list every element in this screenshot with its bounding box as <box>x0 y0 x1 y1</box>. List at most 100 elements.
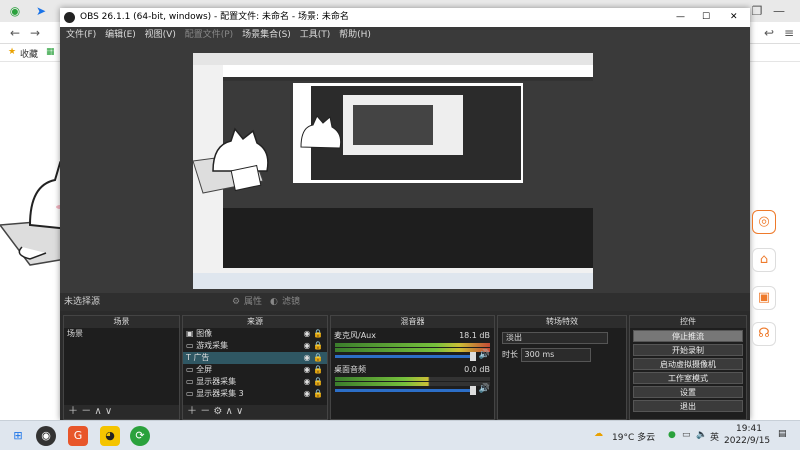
menu-profile[interactable]: 配置文件(P) <box>185 30 233 40</box>
eye-icon[interactable]: ◉ 🔒 <box>304 328 323 340</box>
scenes-footer: ＋ － ∧ ∨ <box>64 405 179 419</box>
source-item-selected[interactable]: T 广告 ◉ 🔒 <box>183 352 327 364</box>
settings-button[interactable]: 设置 <box>633 386 743 398</box>
undo-icon[interactable]: ↩ <box>762 26 776 40</box>
robot-icon[interactable]: ▣ <box>752 286 776 310</box>
gear-icon[interactable]: ⚙ <box>232 293 240 311</box>
browser-taskbar-icon[interactable]: G <box>68 426 88 446</box>
channel-db: 18.1 dB <box>459 331 490 340</box>
source-label: 显示器采集 3 <box>196 389 244 398</box>
level-meter <box>335 377 490 381</box>
duration-input[interactable]: 300 ms <box>520 348 591 362</box>
volume-icon[interactable]: 🔈 <box>696 430 707 440</box>
weather-icon[interactable]: ☁ <box>594 429 603 439</box>
eye-icon[interactable]: ◉ 🔒 <box>304 340 323 352</box>
speaker-icon[interactable]: 🔊 <box>479 350 490 360</box>
filters-button[interactable]: 滤镜 <box>282 293 300 311</box>
forward-icon[interactable]: → <box>28 26 42 40</box>
controls-dock: 控件 停止推流 开始录制 启动虚拟摄像机 工作室模式 设置 退出 <box>629 315 747 420</box>
up-icon[interactable]: ∧ <box>226 406 233 417</box>
source-toolbar: 未选择源 ⚙ 属性 ◐ 滤镜 <box>60 293 750 311</box>
notification-icon[interactable]: ▤ <box>778 429 787 439</box>
close-icon[interactable]: ✕ <box>730 8 738 27</box>
add-icon[interactable]: ＋ <box>187 406 197 417</box>
star-icon: ★ <box>8 47 17 57</box>
menu-help[interactable]: 帮助(H) <box>339 30 371 40</box>
down-icon[interactable]: ∨ <box>236 406 243 417</box>
virtual-camera-button[interactable]: 启动虚拟摄像机 <box>633 358 743 370</box>
preview-canvas[interactable] <box>60 43 750 293</box>
eye-icon[interactable]: ◉ 🔒 <box>304 364 323 376</box>
eye-icon[interactable]: ◉ 🔒 <box>304 376 323 388</box>
bookmark-label[interactable]: 收藏 <box>20 47 38 60</box>
level-meter <box>335 382 490 386</box>
maximize-icon[interactable]: ☐ <box>702 8 710 27</box>
remove-icon[interactable]: － <box>200 406 210 417</box>
minimize-icon[interactable]: — <box>772 4 786 18</box>
clock-date[interactable]: 2022/9/15 <box>724 436 770 446</box>
eye-icon[interactable]: ◉ 🔒 <box>304 352 323 364</box>
app-taskbar-icon[interactable]: ◕ <box>100 426 120 446</box>
preview-capture <box>193 53 593 289</box>
scenes-dock-title: 场景 <box>64 316 179 328</box>
obs-title-bar: OBS 26.1.1 (64-bit, windows) - 配置文件: 未命名… <box>60 8 750 27</box>
restore-icon[interactable]: ❐ <box>750 4 764 18</box>
home-icon[interactable]: ⌂ <box>752 248 776 272</box>
duration-row: 时长 300 ms <box>502 348 626 362</box>
window-title: OBS 26.1.1 (64-bit, windows) - 配置文件: 未命名… <box>80 12 349 22</box>
tab-favicon-icon[interactable]: ➤ <box>34 4 48 18</box>
add-icon[interactable]: ＋ <box>68 406 78 417</box>
clock-time[interactable]: 19:41 <box>736 424 762 434</box>
tray-icon[interactable]: ● <box>668 430 676 440</box>
no-source-label: 未选择源 <box>64 297 101 307</box>
studio-mode-button[interactable]: 工作室模式 <box>633 372 743 384</box>
source-item[interactable]: ▣ 图像 ◉ 🔒 <box>183 328 327 340</box>
speaker-icon[interactable]: 🔊 <box>479 384 490 394</box>
down-icon[interactable]: ∨ <box>105 406 112 417</box>
volume-slider[interactable]: 🔊 <box>335 384 490 395</box>
exit-button[interactable]: 退出 <box>633 400 743 412</box>
ime-indicator[interactable]: 英 <box>710 430 719 443</box>
minimize-icon[interactable]: — <box>676 8 685 27</box>
eye-icon[interactable]: ◉ 🔒 <box>304 388 323 400</box>
start-recording-button[interactable]: 开始录制 <box>633 344 743 356</box>
up-icon[interactable]: ∧ <box>94 406 101 417</box>
obs-taskbar-icon[interactable]: ◉ <box>36 426 56 446</box>
source-item[interactable]: ▭ 全屏 ◉ 🔒 <box>183 364 327 376</box>
menu-icon[interactable]: ≡ <box>782 26 796 40</box>
duration-label: 时长 <box>502 350 518 359</box>
record-icon[interactable]: ◎ <box>752 210 776 234</box>
app-icon[interactable]: ▦ <box>46 47 55 57</box>
mixer-channel-label: 麦克风/Aux 18.1 dB <box>331 330 494 342</box>
transitions-dock: 转场特效 淡出 时长 300 ms <box>497 315 627 420</box>
volume-slider[interactable]: 🔊 <box>335 350 490 361</box>
menu-tools[interactable]: 工具(T) <box>300 30 331 40</box>
scene-item[interactable]: 场景 <box>64 328 179 340</box>
menu-edit[interactable]: 编辑(E) <box>105 30 136 40</box>
transition-select[interactable]: 淡出 <box>502 332 608 344</box>
taskbar: ⊞ ◉ G ◕ ⟳ ☁ 19°C 多云 ● ▭ 🔈 英 19:41 2022/9… <box>0 420 800 450</box>
source-item[interactable]: ▭ 显示器采集 ◉ 🔒 <box>183 376 327 388</box>
filter-icon[interactable]: ◐ <box>270 293 278 311</box>
windows-start-icon[interactable]: ⊞ <box>8 426 28 446</box>
menu-view[interactable]: 视图(V) <box>145 30 176 40</box>
stop-stream-button[interactable]: 停止推流 <box>633 330 743 342</box>
green-app-taskbar-icon[interactable]: ⟳ <box>130 426 150 446</box>
headset-icon[interactable]: ☊ <box>752 322 776 346</box>
mixer-channel-label: 桌面音频 0.0 dB <box>331 364 494 376</box>
source-label: 图像 <box>196 329 213 338</box>
menu-file[interactable]: 文件(F) <box>66 30 96 40</box>
menu-scene-collection[interactable]: 场景集合(S) <box>242 30 291 40</box>
network-icon[interactable]: ▭ <box>682 430 691 440</box>
channel-name: 麦克风/Aux <box>334 331 376 340</box>
source-item[interactable]: ▭ 显示器采集 3 ◉ 🔒 <box>183 388 327 400</box>
slider-handle[interactable] <box>470 352 476 361</box>
slider-handle[interactable] <box>470 386 476 395</box>
properties-button[interactable]: 属性 <box>244 293 262 311</box>
remove-icon[interactable]: － <box>81 406 91 417</box>
source-item[interactable]: ▭ 游戏采集 ◉ 🔒 <box>183 340 327 352</box>
gear-icon[interactable]: ⚙ <box>213 406 222 417</box>
weather-text[interactable]: 19°C 多云 <box>612 430 655 443</box>
browser-logo-icon[interactable]: ◉ <box>8 4 22 18</box>
back-icon[interactable]: ← <box>8 26 22 40</box>
